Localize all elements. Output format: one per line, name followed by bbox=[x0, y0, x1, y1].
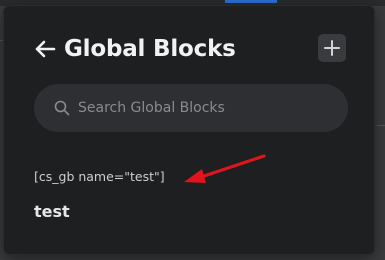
block-shortcode: [cs_gb name="test"] bbox=[34, 169, 165, 184]
add-global-block-button[interactable] bbox=[318, 34, 346, 62]
app-window: Global Blocks [cs_gb name="test"] bbox=[0, 0, 385, 260]
search-input[interactable] bbox=[78, 84, 328, 132]
red-arrow-icon bbox=[178, 150, 270, 190]
panel-title: Global Blocks bbox=[64, 36, 236, 62]
search-box[interactable] bbox=[34, 84, 348, 132]
list-item[interactable]: test bbox=[34, 201, 70, 223]
global-blocks-panel: Global Blocks [cs_gb name="test"] bbox=[4, 6, 374, 254]
background-accent-bar bbox=[225, 0, 277, 3]
plus-icon bbox=[324, 40, 340, 56]
background-divider bbox=[377, 125, 385, 126]
panel-header: Global Blocks bbox=[4, 6, 374, 86]
search-icon bbox=[54, 100, 70, 116]
arrow-left-icon[interactable] bbox=[34, 38, 56, 60]
